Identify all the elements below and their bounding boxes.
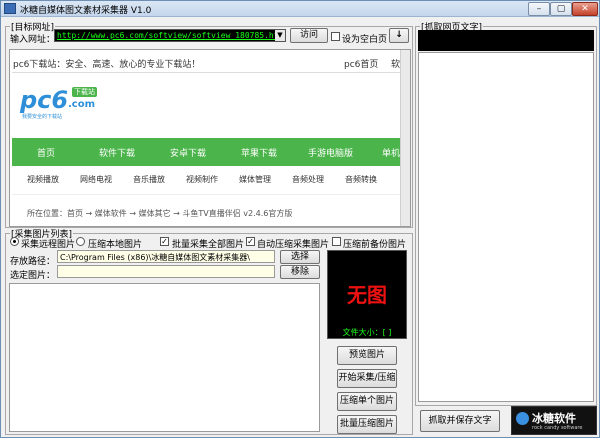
selected-image-label: 选定图片： [10, 271, 56, 281]
logo-badge: 下载站 [72, 87, 97, 97]
grab-save-text-button[interactable]: 抓取并保存文字 [420, 410, 500, 432]
title-bar: 冰糖自媒体图文素材采集器 V1.0 – ▢ ✕ [1, 1, 599, 17]
auto-compress-label: 自动压缩采集图片 [257, 240, 330, 250]
browser-scrollbar[interactable] [400, 50, 410, 226]
visit-button[interactable]: 访问 [290, 28, 328, 43]
remote-images-radio[interactable] [10, 237, 19, 246]
app-icon [4, 3, 16, 14]
nav-mobile-games[interactable]: 手游电脑版 [308, 146, 353, 159]
nav-software[interactable]: 软件下载 [99, 146, 135, 159]
selected-image-field[interactable] [57, 265, 275, 278]
subnav-item[interactable]: 音频转换 [345, 174, 377, 185]
minimize-button[interactable]: – [528, 2, 550, 16]
window-title: 冰糖自媒体图文素材采集器 V1.0 [20, 6, 152, 16]
logo-suffix: .com [68, 99, 96, 110]
subnav-item[interactable]: 音频处理 [292, 174, 324, 185]
brand-logo: 冰糖软件 rock candy software [511, 406, 597, 435]
logo-slogan: 我要安全的下载站 [22, 114, 63, 120]
subnav-item[interactable]: 音乐播放 [133, 174, 165, 185]
url-dropdown-icon[interactable]: ▼ [275, 30, 285, 41]
site-soft-link[interactable]: 软 [391, 57, 400, 70]
grabbed-text-area[interactable] [418, 52, 594, 402]
subnav-item[interactable]: 视频制作 [186, 174, 218, 185]
divider [12, 194, 400, 195]
brand-mark-icon [516, 412, 529, 425]
brand-name: 冰糖软件 [532, 412, 576, 425]
compress-single-button[interactable]: 压缩单个图片 [337, 392, 397, 411]
go-down-button[interactable]: ↓ [389, 28, 409, 43]
batch-compress-button[interactable]: 批量压缩图片 [337, 415, 397, 434]
save-path-label: 存放路径： [10, 257, 56, 267]
save-path-value: C:\Program Files (x86)\冰糖自媒体图文素材采集器\ [60, 253, 250, 262]
batch-collect-checkbox[interactable]: ✓ [160, 237, 169, 246]
nav-single[interactable]: 单机 [382, 146, 400, 159]
subnav-item[interactable]: 视频播放 [27, 174, 59, 185]
blank-page-checkbox[interactable] [331, 32, 340, 41]
start-collect-button[interactable]: 开始采集/压缩 [337, 369, 397, 388]
local-images-radio[interactable] [76, 237, 85, 246]
web-browser-view[interactable]: pc6下载站：安全、高速、放心的专业下载站！ pc6首页 软 pc6 .com … [9, 49, 411, 227]
app-window: 冰糖自媒体图文素材采集器 V1.0 – ▢ ✕ [目标网址] 输入网址： htt… [0, 0, 600, 438]
batch-collect-label: 批量采集全部图片 [172, 240, 245, 250]
brand-subtitle: rock candy software [532, 425, 583, 431]
divider [12, 72, 400, 73]
url-value: http://www.pc6.com/softview/softview_180… [57, 31, 286, 40]
subnav-item[interactable]: 媒体管理 [239, 174, 271, 185]
url-field[interactable]: http://www.pc6.com/softview/softview_180… [54, 29, 286, 42]
remove-image-button[interactable]: 移除 [280, 265, 320, 279]
close-button[interactable]: ✕ [572, 2, 598, 16]
remote-images-label: 采集远程图片 [21, 240, 76, 250]
url-label: 输入网址： [10, 35, 56, 45]
save-path-field[interactable]: C:\Program Files (x86)\冰糖自媒体图文素材采集器\ [57, 250, 275, 263]
nav-apple[interactable]: 苹果下载 [241, 146, 277, 159]
auto-compress-checkbox[interactable]: ✓ [246, 237, 255, 246]
site-tagline: pc6下载站：安全、高速、放心的专业下载站！ [13, 60, 201, 70]
subnav-item[interactable]: 网络电视 [80, 174, 112, 185]
grab-text-toolbar [418, 30, 594, 51]
local-images-label: 压缩本地图片 [88, 240, 143, 250]
no-image-text: 无图 [347, 283, 387, 307]
nav-android[interactable]: 安卓下载 [170, 146, 206, 159]
logo-text: pc6 [20, 86, 69, 114]
select-path-button[interactable]: 选择 [280, 250, 320, 264]
file-size-text: 文件大小：[ ] [342, 328, 392, 337]
breadcrumb: 所在位置：首页 → 媒体软件 → 媒体其它 → 斗鱼TV直播伴侣 v2.4.6官… [27, 209, 293, 218]
blank-page-label: 设为空白页 [342, 35, 388, 45]
site-logo[interactable]: pc6 .com 下载站 我要安全的下载站 [20, 86, 100, 120]
site-main-nav: 首页 软件下载 安卓下载 苹果下载 手游电脑版 单机 [12, 138, 402, 166]
nav-home[interactable]: 首页 [37, 146, 55, 159]
preview-image-button[interactable]: 预览图片 [337, 346, 397, 365]
site-home-link[interactable]: pc6首页 [344, 57, 378, 70]
image-list[interactable] [9, 283, 320, 432]
image-preview: 无图 文件大小：[ ] [327, 250, 407, 339]
maximize-button[interactable]: ▢ [550, 2, 572, 16]
backup-label: 压缩前备份图片 [343, 240, 407, 250]
backup-checkbox[interactable] [332, 237, 341, 246]
